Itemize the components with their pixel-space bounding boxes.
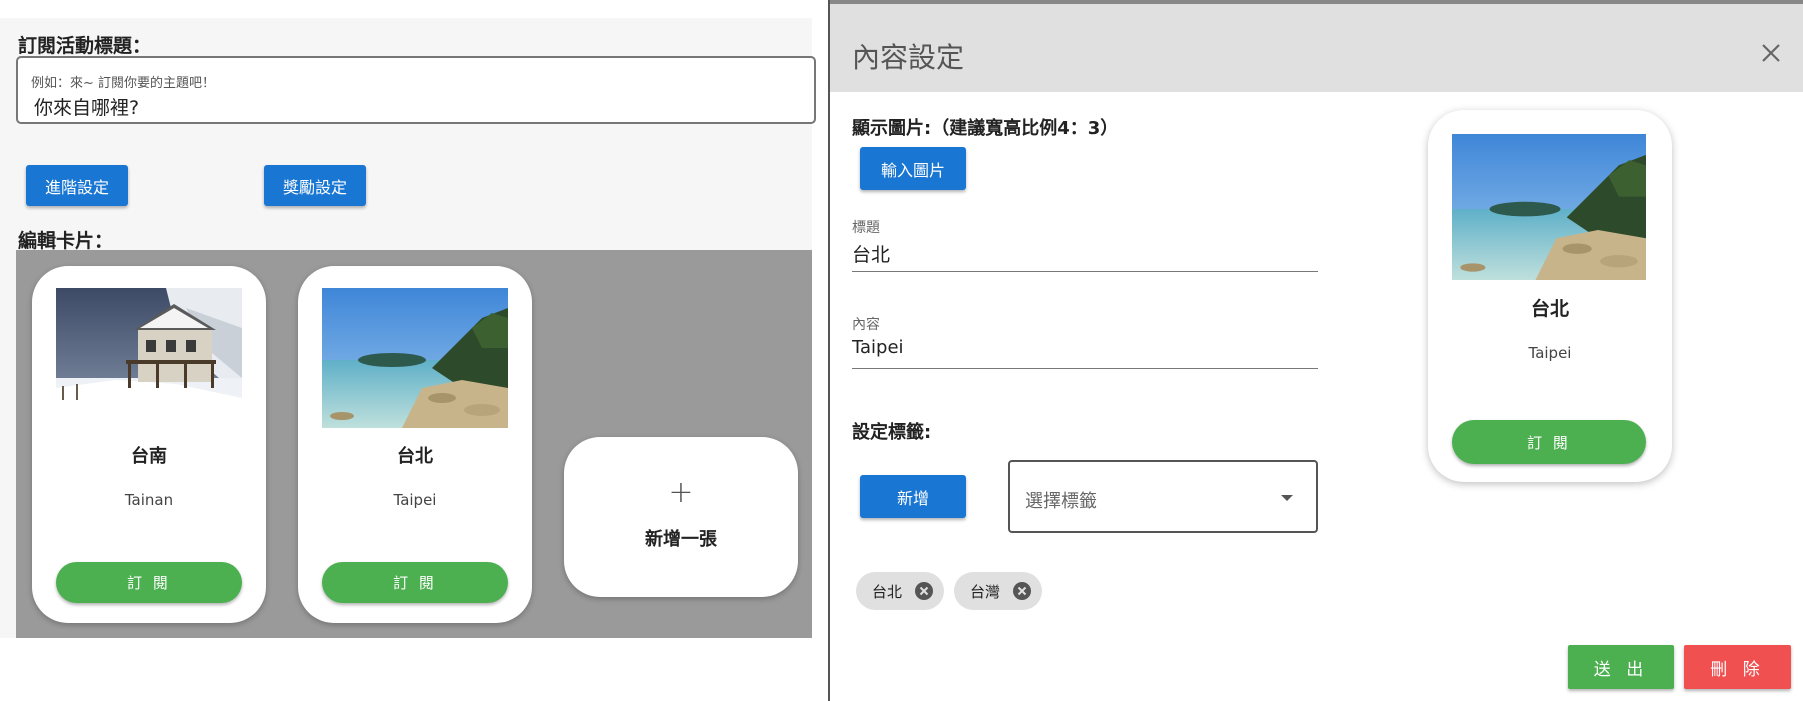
title-field-value[interactable]: 台北	[852, 240, 890, 267]
card-subscribe-button[interactable]: 訂 閱	[322, 562, 508, 603]
delete-button[interactable]: 刪 除	[1684, 645, 1791, 689]
dialog-header: 內容設定	[830, 0, 1803, 92]
upload-image-button[interactable]: 輸入圖片	[860, 147, 966, 190]
tag-select[interactable]: 選擇標籤	[1008, 460, 1318, 533]
image-label: 顯示圖片:（建議寬高比例4：3）	[852, 118, 1119, 139]
content-field-value[interactable]: Taipei	[852, 337, 904, 358]
title-field-label: 標題	[852, 220, 880, 236]
card-preview: 台北 Taipei 訂 閱	[1428, 110, 1672, 482]
subscription-title-input[interactable]: 例如：來~ 訂閱你要的主題吧！ 你來自哪裡?	[16, 56, 816, 124]
card-subscribe-button[interactable]: 訂 閱	[56, 562, 242, 603]
plus-icon: +	[668, 475, 694, 510]
preview-image-beach	[1452, 134, 1646, 280]
title-input-value: 你來自哪裡?	[34, 97, 140, 119]
card-title: 台南	[131, 446, 167, 467]
add-card-button[interactable]: + 新增一張	[564, 437, 798, 597]
caret-down-icon	[1281, 495, 1293, 501]
subscription-title-label: 訂閱活動標題：	[18, 35, 152, 57]
submit-button[interactable]: 送 出	[1568, 645, 1674, 689]
title-field-underline	[852, 271, 1318, 272]
content-settings-dialog: 內容設定 顯示圖片:（建議寬高比例4：3） 輸入圖片 標題 台北 內容 Taip…	[828, 0, 1803, 701]
preview-subtitle: Taipei	[1528, 344, 1572, 362]
advanced-settings-button[interactable]: 進階設定	[26, 165, 128, 206]
edit-cards-label: 編輯卡片：	[18, 230, 114, 252]
tag-select-placeholder: 選擇標籤	[1025, 491, 1097, 512]
card-image-snow-house	[56, 288, 242, 428]
cards-area: 台南 Tainan 訂 閱 台北 Taipei 訂 閱 + 新增一張	[16, 250, 812, 638]
card-subtitle: Taipei	[393, 491, 437, 509]
card-editor-panel: 訂閱活動標題： 例如：來~ 訂閱你要的主題吧！ 你來自哪裡? 進階設定 獎勵設定…	[0, 0, 816, 701]
title-input-hint: 例如：來~ 訂閱你要的主題吧！	[31, 76, 216, 91]
add-tag-button[interactable]: 新增	[860, 475, 966, 518]
add-card-label: 新增一張	[645, 529, 717, 550]
tag-chip-label: 台灣	[970, 582, 1001, 601]
card-taipei[interactable]: 台北 Taipei 訂 閱	[298, 266, 532, 623]
tag-chip: 台北	[856, 572, 944, 610]
card-subtitle: Tainan	[124, 491, 174, 509]
content-field-label: 內容	[852, 317, 880, 333]
tag-chip: 台灣	[954, 572, 1042, 610]
preview-subscribe-button[interactable]: 訂 閱	[1452, 420, 1646, 464]
cancel-circle-icon[interactable]	[1012, 581, 1032, 601]
content-field-underline	[852, 368, 1318, 369]
tags-label: 設定標籤:	[852, 422, 932, 443]
tag-chip-label: 台北	[872, 582, 903, 601]
reward-settings-button[interactable]: 獎勵設定	[264, 165, 366, 206]
dialog-title: 內容設定	[852, 41, 965, 74]
card-tainan[interactable]: 台南 Tainan 訂 閱	[32, 266, 266, 623]
card-title: 台北	[397, 446, 433, 467]
preview-title: 台北	[1530, 298, 1569, 320]
cancel-circle-icon[interactable]	[914, 581, 934, 601]
close-icon[interactable]	[1758, 40, 1784, 66]
card-image-beach	[322, 288, 508, 428]
